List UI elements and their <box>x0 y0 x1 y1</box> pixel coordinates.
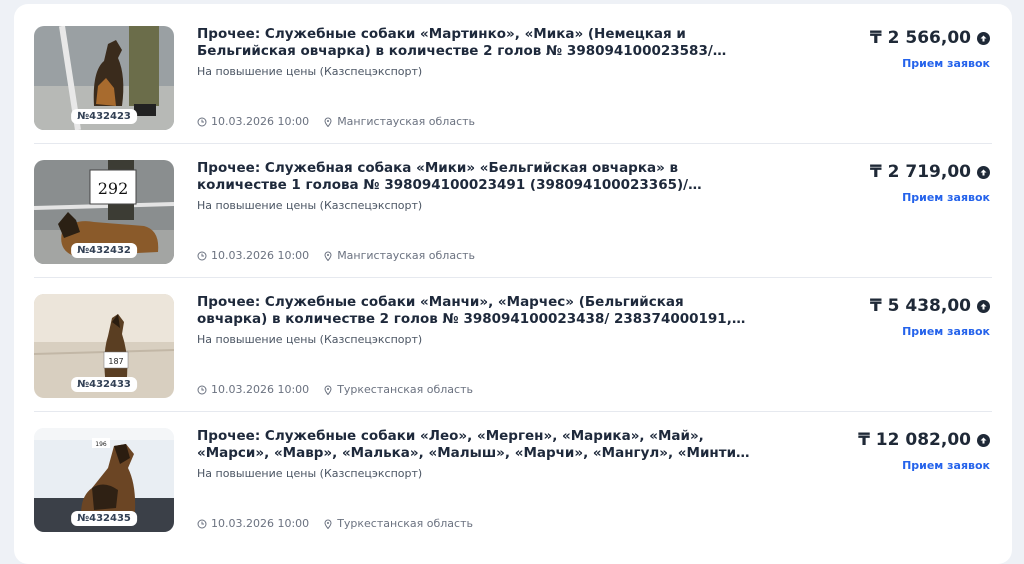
lot-title[interactable]: Прочее: Служебные собаки «Лео», «Мерген»… <box>197 428 757 462</box>
lot-price: ₸ 2 719,00 <box>870 162 990 182</box>
lot-title[interactable]: Прочее: Служебная собака «Мики» «Бельгий… <box>197 160 757 194</box>
lot-region: Мангистауская область <box>337 249 476 262</box>
lot-date: 10.03.2026 10:00 <box>211 383 310 396</box>
lot-title[interactable]: Прочее: Служебные собаки «Мартинко», «Ми… <box>197 26 757 60</box>
lot-price: ₸ 5 438,00 <box>870 296 990 316</box>
lot-auction-type: На повышение цены (Казспецэкспорт) <box>197 467 423 480</box>
lot-number-badge: №432432 <box>71 243 137 258</box>
lot-price-value: ₸ 5 438,00 <box>869 296 971 316</box>
info-arrow-icon[interactable] <box>977 31 990 45</box>
location-pin-icon <box>324 117 332 127</box>
lot-image[interactable]: 196 №432435 <box>34 428 174 532</box>
lot-date: 10.03.2026 10:00 <box>211 115 310 128</box>
clock-icon <box>197 519 207 528</box>
lot-image[interactable]: 187 №432433 <box>34 294 174 398</box>
info-arrow-icon[interactable] <box>977 299 990 313</box>
lot-card[interactable]: 187 №432433 Прочее: Служебные собаки «Ма… <box>14 272 1012 406</box>
lot-date: 10.03.2026 10:00 <box>211 517 310 530</box>
lot-auction-type: На повышение цены (Казспецэкспорт) <box>197 65 423 78</box>
lot-auction-type: На повышение цены (Казспецэкспорт) <box>197 333 423 346</box>
image-tag: 196 <box>95 441 107 448</box>
image-tag: 187 <box>108 357 123 366</box>
info-arrow-icon[interactable] <box>977 165 990 179</box>
lot-price: ₸ 2 566,00 <box>870 28 990 48</box>
lot-meta: 10.03.2026 10:00 Мангистауская область <box>197 249 475 262</box>
lot-image[interactable]: 292 №432432 <box>34 160 174 264</box>
lot-status: Прием заявок <box>902 191 990 204</box>
lot-price-value: ₸ 2 566,00 <box>869 28 971 48</box>
lot-price: ₸ 12 082,00 <box>858 430 990 450</box>
image-tag: 292 <box>98 179 129 198</box>
lot-price-value: ₸ 12 082,00 <box>858 430 971 450</box>
lot-price-value: ₸ 2 719,00 <box>869 162 971 182</box>
lots-panel: №432423 Прочее: Служебные собаки «Мартин… <box>14 4 1012 564</box>
lot-region: Туркестанская область <box>337 383 473 396</box>
lot-card[interactable]: №432423 Прочее: Служебные собаки «Мартин… <box>14 4 1012 138</box>
lot-card[interactable]: 292 №432432 Прочее: Служебная собака «Ми… <box>14 138 1012 272</box>
location-pin-icon <box>324 519 332 529</box>
location-pin-icon <box>324 385 332 395</box>
lot-number-badge: №432423 <box>71 109 137 124</box>
clock-icon <box>197 117 207 126</box>
clock-icon <box>197 385 207 394</box>
lot-number-badge: №432435 <box>71 511 137 526</box>
lot-region: Туркестанская область <box>337 517 473 530</box>
lot-auction-type: На повышение цены (Казспецэкспорт) <box>197 199 423 212</box>
lot-meta: 10.03.2026 10:00 Мангистауская область <box>197 115 475 128</box>
location-pin-icon <box>324 251 332 261</box>
lot-date: 10.03.2026 10:00 <box>211 249 310 262</box>
lot-meta: 10.03.2026 10:00 Туркестанская область <box>197 383 473 396</box>
lot-card[interactable]: 196 №432435 Прочее: Служебные собаки «Ле… <box>14 406 1012 540</box>
lot-region: Мангистауская область <box>337 115 476 128</box>
info-arrow-icon[interactable] <box>977 433 990 447</box>
lot-image[interactable]: №432423 <box>34 26 174 130</box>
lot-status: Прием заявок <box>902 57 990 70</box>
clock-icon <box>197 251 207 260</box>
lot-meta: 10.03.2026 10:00 Туркестанская область <box>197 517 473 530</box>
lot-status: Прием заявок <box>902 459 990 472</box>
lot-status: Прием заявок <box>902 325 990 338</box>
lot-number-badge: №432433 <box>71 377 137 392</box>
lot-title[interactable]: Прочее: Служебные собаки «Манчи», «Марче… <box>197 294 757 328</box>
